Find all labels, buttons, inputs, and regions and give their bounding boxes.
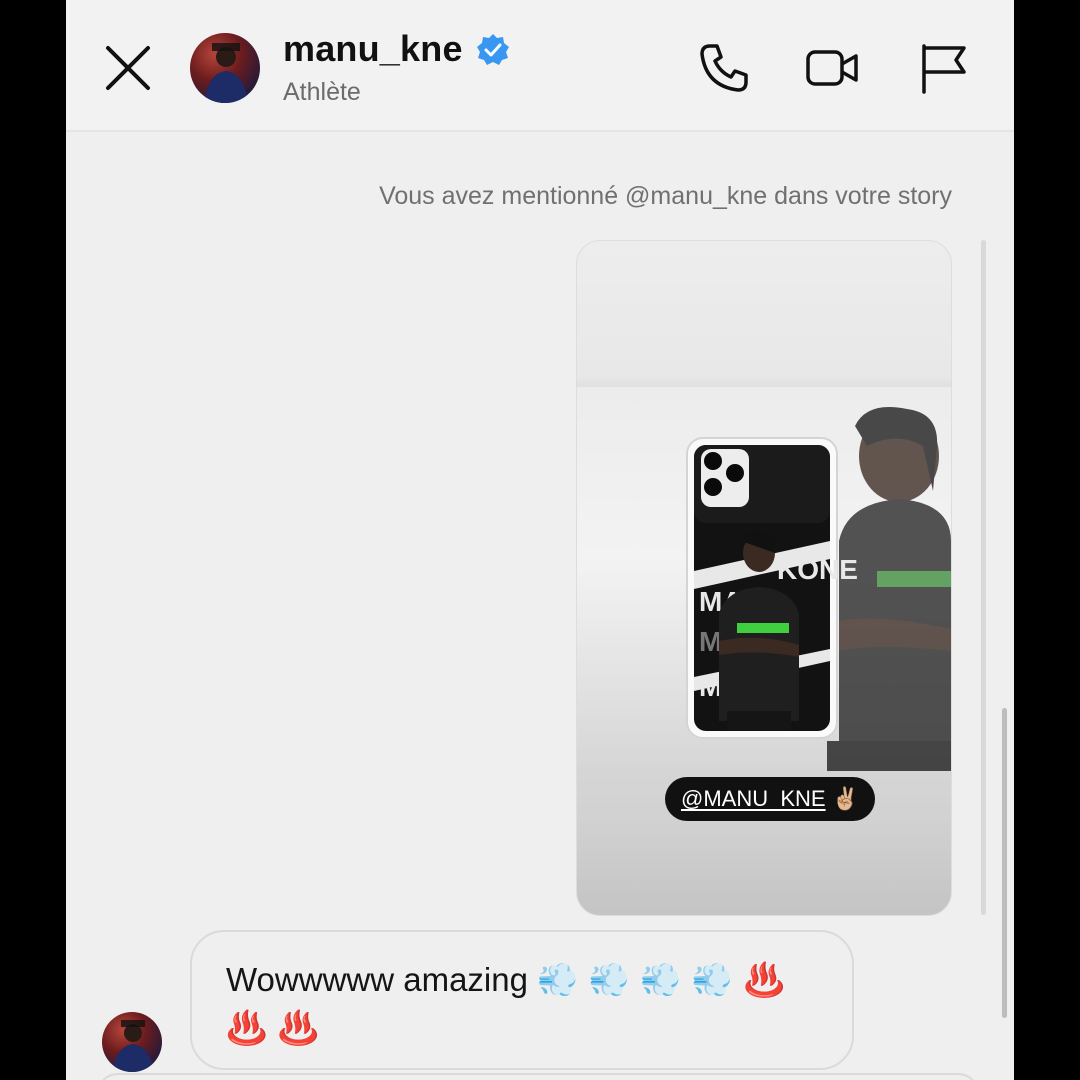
story-mention-sticker[interactable]: @MANU_KNE ✌🏼 <box>665 777 876 821</box>
phone-icon <box>700 44 748 92</box>
report-button[interactable] <box>916 40 972 96</box>
story-reply-card[interactable]: MAN KONE MA MA @MANU_KNE ✌🏼 <box>576 240 952 916</box>
video-call-button[interactable] <box>804 40 860 96</box>
chat-header: manu_kne Athlète <box>66 0 1014 132</box>
video-camera-icon <box>806 50 858 86</box>
victory-hand-emoji: ✌🏼 <box>831 786 860 811</box>
mention-text: @MANU_KNE <box>681 786 826 811</box>
dm-screen: manu_kne Athlète Vous avez mentionné @ma… <box>66 0 1014 1080</box>
next-message-bubble <box>96 1073 980 1080</box>
call-button[interactable] <box>696 40 752 96</box>
story-mention-notice: Vous avez mentionné @manu_kne dans votre… <box>379 182 952 210</box>
message-text: Wowwwww amazing <box>226 961 528 998</box>
message-emojis-line1: 💨 💨 💨 💨 ♨️ <box>537 960 785 999</box>
svg-text:KONE: KONE <box>777 554 858 585</box>
message-emojis-line2: ♨️ ♨️ <box>226 1008 319 1047</box>
scrollbar-thumb[interactable] <box>1002 708 1007 1018</box>
message-bubble[interactable]: Wowwwww amazing 💨 💨 💨 💨 ♨️ ♨️ ♨️ <box>190 930 854 1070</box>
story-scrollbar-track <box>981 240 986 915</box>
close-button[interactable] <box>102 42 154 94</box>
close-icon <box>106 46 150 90</box>
profile-subtitle: Athlète <box>283 78 361 106</box>
sender-avatar[interactable] <box>102 1012 162 1072</box>
verified-badge-icon <box>477 34 509 65</box>
avatar[interactable] <box>190 33 260 103</box>
flag-icon <box>922 44 966 94</box>
username[interactable]: manu_kne <box>283 28 463 70</box>
